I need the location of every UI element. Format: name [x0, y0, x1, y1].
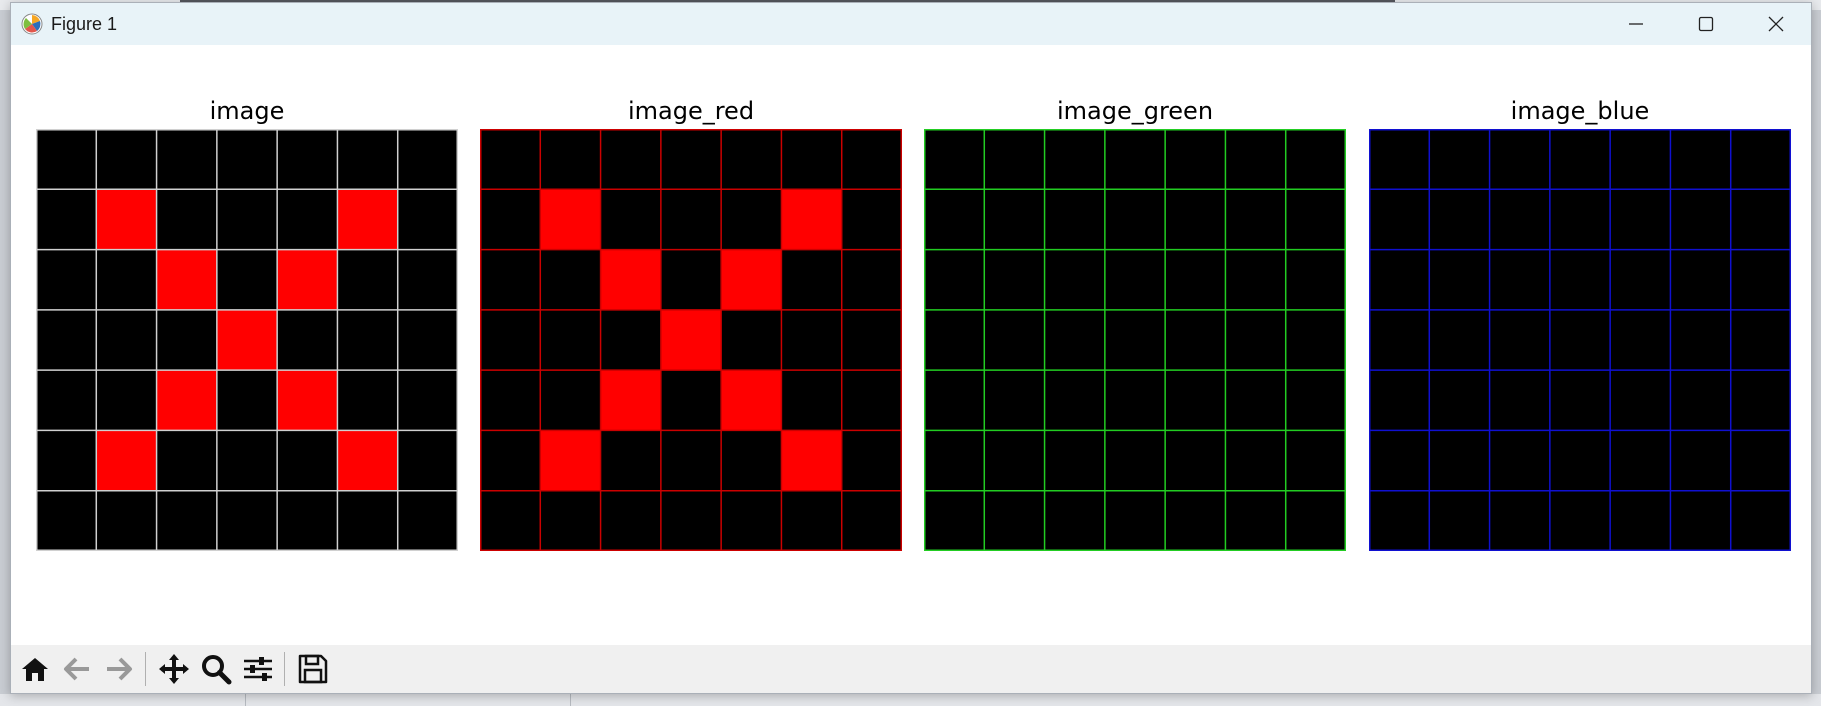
zoom-button[interactable] [196, 649, 236, 689]
panel-title: image_blue [1510, 97, 1650, 125]
lit-pixel [96, 430, 157, 491]
maximize-icon [1698, 16, 1714, 32]
configure-subplots-icon [244, 657, 272, 681]
lit-pixel [721, 370, 782, 431]
toolbar-separator [284, 652, 285, 686]
forward-arrow-icon [107, 657, 132, 681]
minimize-button[interactable] [1601, 3, 1671, 45]
lit-pixel [156, 370, 217, 431]
lit-pixel [781, 430, 842, 491]
lit-pixel [277, 249, 338, 310]
panel-title: image [209, 97, 285, 125]
back-button[interactable] [57, 649, 97, 689]
image-background [1369, 129, 1791, 551]
minimize-icon [1629, 23, 1643, 25]
home-icon [22, 658, 48, 681]
configure-subplots-button[interactable] [238, 649, 278, 689]
image-axes [36, 129, 458, 551]
window-title: Figure 1 [51, 13, 118, 34]
panel-title: image_green [1056, 97, 1214, 125]
image-red-axes [480, 129, 902, 551]
figure-canvas[interactable]: image image_red image_green image_blue [11, 45, 1811, 645]
forward-button[interactable] [99, 649, 139, 689]
lit-pixel [216, 309, 278, 371]
lit-pixel [337, 189, 398, 250]
figure-window: Figure 1 image image_red image_green ima… [10, 2, 1812, 694]
lit-pixel [277, 370, 338, 431]
lit-pixel [600, 370, 661, 431]
pan-icon [159, 654, 189, 684]
close-icon [1768, 16, 1784, 32]
taskbar-strip [0, 694, 1821, 706]
image-background [924, 129, 1346, 551]
image-blue-axes [1369, 129, 1791, 551]
title-bar[interactable]: Figure 1 [11, 3, 1811, 45]
home-button[interactable] [15, 649, 55, 689]
lit-pixel [660, 309, 722, 371]
save-button[interactable] [293, 649, 333, 689]
maximize-button[interactable] [1671, 3, 1741, 45]
lit-pixel [96, 189, 157, 250]
back-arrow-icon [64, 657, 89, 681]
lit-pixel [600, 249, 661, 310]
lit-pixel [540, 189, 601, 250]
lit-pixel [721, 249, 782, 310]
lit-pixel [781, 189, 842, 250]
navigation-toolbar [11, 645, 1811, 693]
panel-title: image_red [627, 97, 755, 125]
image-green-axes [924, 129, 1346, 551]
toolbar-separator [145, 652, 146, 686]
zoom-icon [202, 655, 232, 685]
lit-pixel [156, 249, 217, 310]
lit-pixel [337, 430, 398, 491]
close-button[interactable] [1741, 3, 1811, 45]
window-controls [1601, 3, 1811, 45]
save-icon [298, 654, 328, 684]
lit-pixel [540, 430, 601, 491]
pan-button[interactable] [154, 649, 194, 689]
matplotlib-app-icon [21, 13, 43, 35]
